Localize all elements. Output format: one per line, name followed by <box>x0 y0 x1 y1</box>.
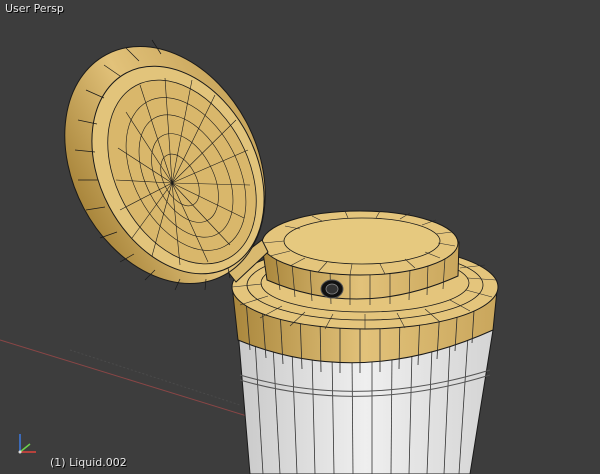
3d-viewport[interactable]: User Persp (1) Liquid.002 <box>0 0 600 474</box>
active-object-label: (1) Liquid.002 <box>50 456 127 469</box>
axis-gizmo-icon <box>18 434 36 454</box>
grid-line <box>69 349 241 406</box>
x-axis-line <box>0 339 261 421</box>
view-mode-label: User Persp <box>5 2 64 15</box>
mesh-scene[interactable] <box>0 0 600 474</box>
